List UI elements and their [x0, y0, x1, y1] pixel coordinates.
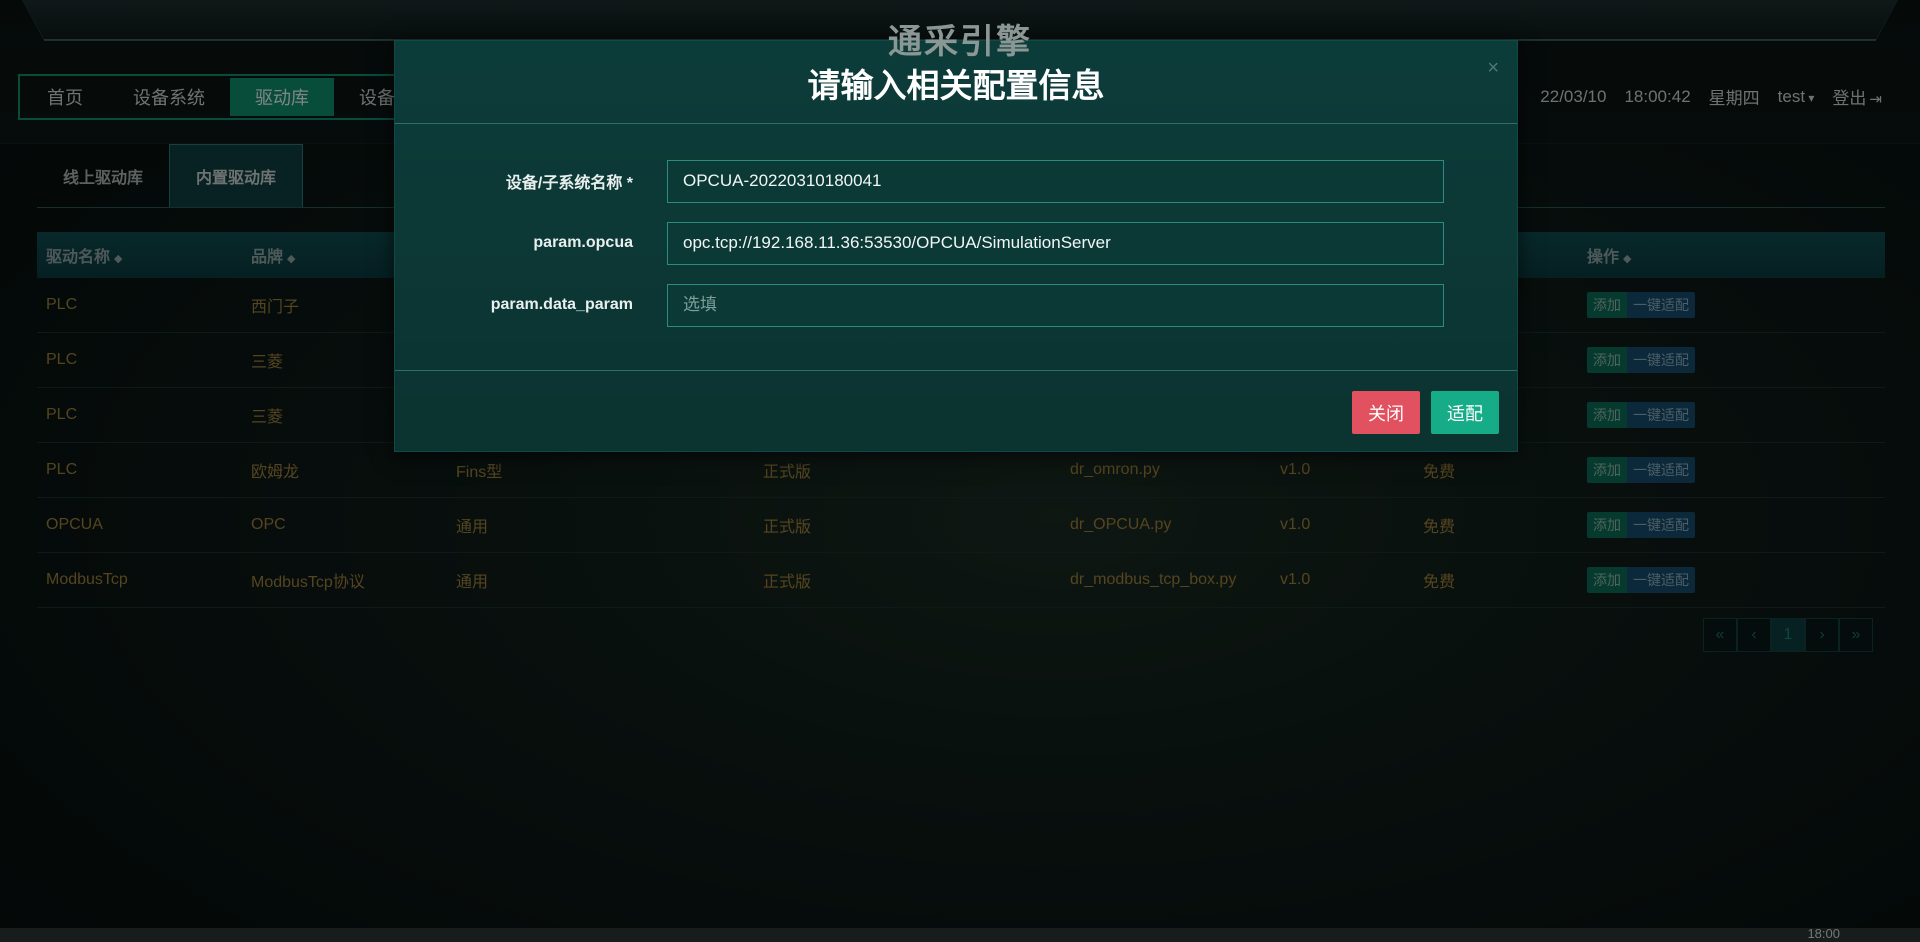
form-row-device-name: 设备/子系统名称 * [395, 150, 1517, 212]
data-param-label: param.data_param [490, 296, 633, 313]
config-modal: 请输入相关配置信息 × 设备/子系统名称 * param.opcua param… [394, 40, 1518, 452]
close-button[interactable]: 关闭 [1352, 391, 1420, 434]
param-opcua-input[interactable] [667, 221, 1444, 265]
form-row-data-param: param.data_param [395, 274, 1517, 336]
modal-footer: 关闭 适配 [395, 370, 1517, 452]
device-name-input[interactable] [667, 159, 1444, 203]
config-form: 设备/子系统名称 * param.opcua param.data_param [395, 124, 1517, 336]
param-opcua-label: param.opcua [533, 234, 633, 251]
device-name-label: 设备/子系统名称 * [505, 175, 633, 192]
data-param-input[interactable] [667, 283, 1444, 327]
form-row-param-opcua: param.opcua [395, 212, 1517, 274]
app-title: 通采引擎 [888, 23, 1032, 61]
adapt-button[interactable]: 适配 [1431, 391, 1499, 434]
